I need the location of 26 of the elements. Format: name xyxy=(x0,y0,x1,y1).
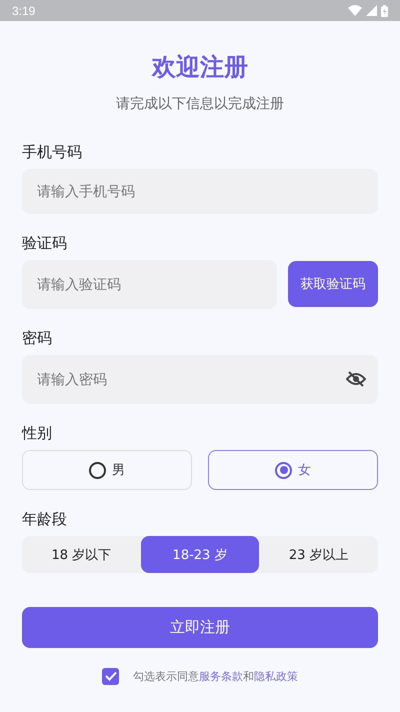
visibility-toggle-icon[interactable] xyxy=(346,371,366,388)
page-title: 欢迎注册 xyxy=(152,52,248,83)
field-label: 密码 xyxy=(22,329,52,348)
wifi-icon xyxy=(348,5,362,16)
age-option[interactable]: 18 岁以下 xyxy=(22,536,141,574)
age-option[interactable]: 23 岁以上 xyxy=(259,536,378,574)
password-field[interactable]: 请输入密码 xyxy=(22,355,378,404)
signal-icon xyxy=(366,5,377,16)
gender-option[interactable]: 男 xyxy=(22,450,192,490)
phone-field[interactable]: 请输入手机号码 xyxy=(22,169,378,214)
code-field[interactable]: 请输入验证码 xyxy=(22,260,277,310)
battery-icon xyxy=(381,4,388,16)
register-button[interactable]: 立即注册 xyxy=(22,607,378,648)
status-time: 3:19 xyxy=(12,4,36,18)
field-label: 手机号码 xyxy=(22,143,82,161)
field-label: 验证码 xyxy=(22,234,67,252)
page-subtitle: 请完成以下信息以完成注册 xyxy=(116,95,284,113)
agreement-link[interactable]: 服务条款 xyxy=(199,670,243,682)
gender-option[interactable]: 女 xyxy=(208,450,378,490)
field-label: 年龄段 xyxy=(22,510,67,528)
get-code-button[interactable]: 获取验证码 xyxy=(288,261,378,308)
agreement-text: 勾选表示同意服务条款和隐私政策 xyxy=(133,668,298,684)
agree-checkbox[interactable] xyxy=(102,668,119,684)
agreement-link[interactable]: 隐私政策 xyxy=(254,670,298,682)
field-label: 性别 xyxy=(22,424,52,442)
age-option[interactable]: 18-23 岁 xyxy=(140,536,260,574)
